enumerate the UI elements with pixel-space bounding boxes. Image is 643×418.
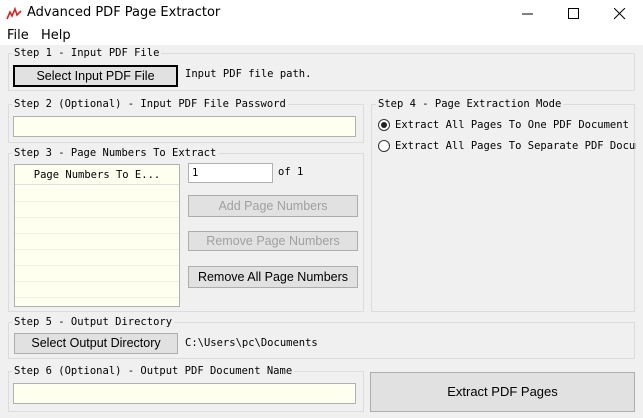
select-input-pdf-button[interactable]: Select Input PDF File <box>13 65 178 87</box>
list-item <box>15 250 179 266</box>
radio-separate-documents-label[interactable]: Extract All Pages To Separate PDF Docume… <box>395 140 636 152</box>
menu-file[interactable]: File <box>7 28 29 43</box>
close-icon <box>614 8 626 20</box>
radio-one-document-label[interactable]: Extract All Pages To One PDF Document <box>395 119 629 131</box>
radio-selected-dot <box>381 122 387 128</box>
list-item <box>15 282 179 298</box>
minimize-icon <box>522 13 533 15</box>
list-item <box>15 202 179 218</box>
page-numbers-list[interactable]: Page Numbers To E... <box>14 164 180 307</box>
list-item <box>15 218 179 234</box>
close-button[interactable] <box>597 0 643 27</box>
add-page-numbers-button[interactable]: Add Page Numbers <box>188 195 358 217</box>
input-pdf-path: Input PDF file path. <box>185 68 312 80</box>
list-item <box>15 266 179 282</box>
step4-label: Step 4 - Page Extraction Mode <box>376 98 564 110</box>
maximize-button[interactable] <box>551 0 597 27</box>
list-item <box>15 186 179 202</box>
window-title: Advanced PDF Page Extractor <box>27 5 221 20</box>
title-bar: Advanced PDF Page Extractor <box>0 0 643 27</box>
page-numbers-column-header[interactable]: Page Numbers To E... <box>15 165 179 185</box>
minimize-button[interactable] <box>505 0 551 27</box>
password-input[interactable] <box>13 116 356 137</box>
remove-page-numbers-button[interactable]: Remove Page Numbers <box>188 231 358 251</box>
step5-label: Step 5 - Output Directory <box>12 316 175 328</box>
radio-separate-documents[interactable] <box>378 140 390 152</box>
menu-help[interactable]: Help <box>41 28 71 43</box>
extract-pdf-pages-button[interactable]: Extract PDF Pages <box>370 372 635 412</box>
select-output-directory-button[interactable]: Select Output Directory <box>14 333 178 354</box>
maximize-icon <box>568 8 579 19</box>
remove-all-page-numbers-button[interactable]: Remove All Page Numbers <box>188 266 358 288</box>
page-count-text: of 1 <box>278 166 304 178</box>
page-number-input[interactable] <box>188 163 273 183</box>
radio-one-document[interactable] <box>378 119 390 131</box>
output-name-input[interactable] <box>13 383 356 404</box>
step1-label: Step 1 - Input PDF File <box>12 47 162 59</box>
step3-label: Step 3 - Page Numbers To Extract <box>12 147 219 159</box>
step6-label: Step 6 (Optional) - Output PDF Document … <box>12 365 295 377</box>
app-logo-icon <box>6 6 22 20</box>
step2-label: Step 2 (Optional) - Input PDF File Passw… <box>12 98 288 110</box>
list-item <box>15 234 179 250</box>
output-directory-path: C:\Users\pc\Documents <box>185 337 318 349</box>
menu-bar: File Help <box>0 27 643 45</box>
step4-group <box>371 104 635 312</box>
